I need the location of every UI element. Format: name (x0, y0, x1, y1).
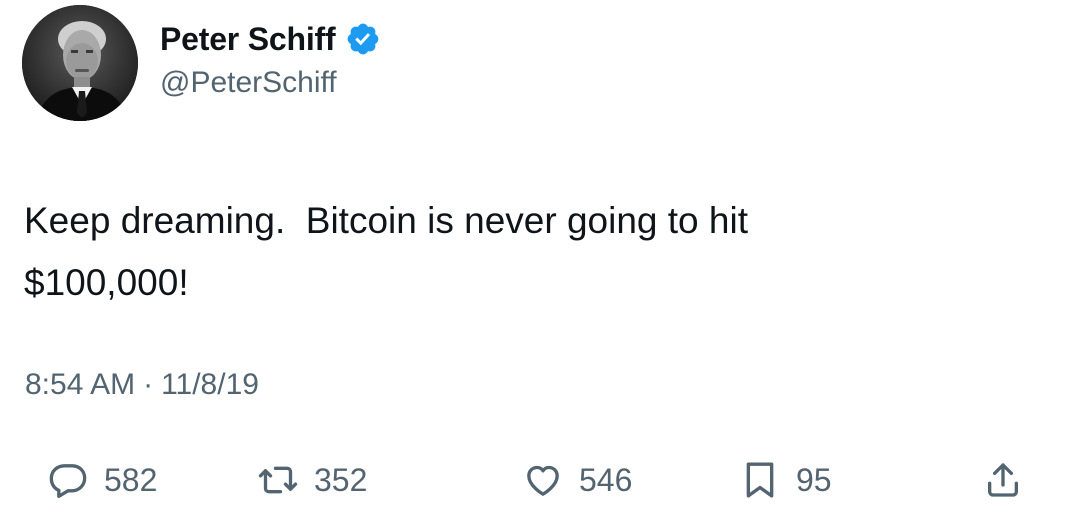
display-name[interactable]: Peter Schiff (160, 21, 336, 58)
bookmark-button[interactable]: 95 (740, 455, 832, 505)
bookmark-count: 95 (796, 461, 832, 498)
verified-badge-icon (345, 21, 381, 57)
retweet-button[interactable]: 352 (258, 455, 367, 505)
bookmark-icon (740, 460, 780, 500)
reply-count: 582 (104, 461, 158, 498)
avatar[interactable] (22, 5, 138, 121)
tweet-date: 11/8/19 (161, 368, 259, 401)
reply-icon (48, 460, 88, 500)
tweet-timestamp[interactable]: 8:54 AM · 11/8/19 (25, 368, 259, 402)
timestamp-separator: · (143, 368, 154, 401)
author-handle[interactable]: @PeterSchiff (160, 66, 337, 100)
heart-icon (523, 460, 563, 500)
tweet-card: Peter Schiff @PeterSchiff Keep dreaming.… (0, 0, 1073, 518)
reply-button[interactable]: 582 (48, 455, 157, 505)
like-count: 546 (579, 461, 633, 498)
avatar-photo-icon (22, 5, 138, 121)
share-button[interactable] (983, 455, 1023, 505)
retweet-count: 352 (314, 461, 368, 498)
author-name-row: Peter Schiff (160, 14, 381, 64)
share-icon (983, 460, 1023, 500)
tweet-time: 8:54 AM (25, 368, 136, 401)
like-button[interactable]: 546 (523, 455, 632, 505)
tweet-text: Keep dreaming. Bitcoin is never going to… (24, 200, 748, 303)
action-bar: 582 352 546 95 (0, 455, 1073, 505)
retweet-icon (258, 460, 298, 500)
